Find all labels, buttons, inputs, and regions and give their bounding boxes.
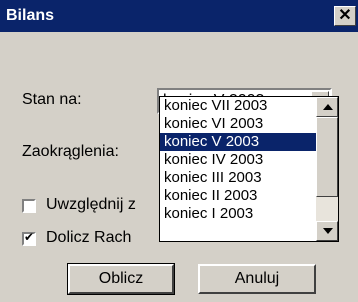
uwzglednij-checkbox[interactable] xyxy=(22,199,36,213)
dropdown-option[interactable]: koniec VII 2003 xyxy=(160,97,316,115)
oblicz-button[interactable]: Oblicz xyxy=(67,263,175,295)
window-title: Bilans xyxy=(6,7,55,24)
dropdown-items: koniec VII 2003 koniec VI 2003 koniec V 20… xyxy=(160,97,316,223)
dolicz-label: Dolicz Rach xyxy=(46,229,132,246)
arrow-up-icon xyxy=(323,104,333,110)
zaokraglenia-label: Zaokrąglenia: xyxy=(22,143,119,160)
scroll-thumb[interactable] xyxy=(316,117,338,197)
bilans-dialog: Bilans ✕ Stan na: koniec V 2003 Zaokrągl… xyxy=(0,0,358,302)
dropdown-option[interactable]: koniec III 2003 xyxy=(160,169,316,187)
dropdown-option[interactable]: koniec VI 2003 xyxy=(160,115,316,133)
scroll-down-button[interactable] xyxy=(316,221,338,241)
dropdown-scrollbar[interactable] xyxy=(316,97,338,241)
dropdown-option[interactable]: koniec V 2003 xyxy=(160,133,316,151)
close-button[interactable]: ✕ xyxy=(334,6,356,26)
anuluj-button[interactable]: Anuluj xyxy=(198,264,316,294)
dropdown-option[interactable]: koniec IV 2003 xyxy=(160,151,316,169)
arrow-down-icon xyxy=(323,228,333,234)
stan-na-label: Stan na: xyxy=(22,91,82,108)
scroll-up-button[interactable] xyxy=(316,97,338,117)
dropdown-option[interactable]: koniec I 2003 xyxy=(160,205,316,223)
stan-na-dropdown-list: koniec VII 2003 koniec VI 2003 koniec V 20… xyxy=(159,96,339,242)
title-bar: Bilans ✕ xyxy=(0,0,358,32)
dropdown-option[interactable]: koniec II 2003 xyxy=(160,187,316,205)
dolicz-checkbox[interactable] xyxy=(22,230,36,246)
uwzglednij-label: Uwzględnij z xyxy=(46,196,136,213)
